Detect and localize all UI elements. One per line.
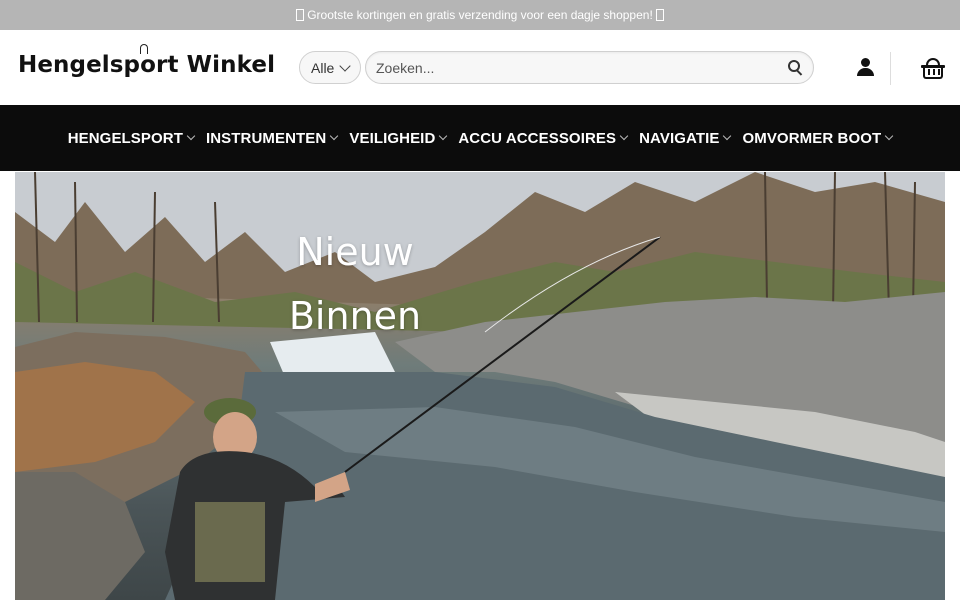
basket-icon[interactable] [921,58,945,80]
category-select-value: Alle [311,59,335,76]
chevron-down-icon [619,131,629,141]
search-box [365,51,814,84]
chevron-down-icon [339,60,351,72]
gift-icon [296,9,305,21]
category-select[interactable]: Alle [299,51,361,84]
nav-item-label: HENGELSPORT [67,129,183,147]
hero-title: Nieuw Binnen [270,220,440,348]
nav-item-hengelsport[interactable]: HENGELSPORT [67,129,196,147]
account-icon[interactable] [855,58,877,78]
nav-item-label: OMVORMER BOOT [742,129,882,147]
chevron-down-icon [723,131,732,141]
hero-image [15,172,945,600]
gift-icon [655,9,664,21]
nav-item-label: VEILIGHEID [349,129,436,147]
chevron-down-icon [885,131,894,141]
header-divider [890,52,891,85]
site-logo[interactable]: Hengelsport Winkel [18,44,276,78]
chevron-down-icon [439,131,448,141]
nav-item-omvormer-boot[interactable]: OMVORMER BOOT [742,129,894,147]
nav-item-label: NAVIGATIE [639,129,720,147]
chevron-down-icon [330,131,339,141]
chevron-down-icon [186,131,196,141]
search-icon[interactable] [788,60,803,76]
fishhook-icon [140,44,148,54]
announcement-text: Grootste kortingen en gratis verzending … [307,8,653,22]
nav-item-label: INSTRUMENTEN [205,129,327,147]
site-header: Hengelsport Winkel Alle [0,30,960,105]
search-input[interactable] [376,58,776,78]
nav-item-label: ACCU ACCESSOIRES [458,129,617,147]
nav-item-veiligheid[interactable]: VEILIGHEID [349,129,448,147]
hero-title-line: Nieuw [296,230,414,274]
nav-item-accu-accessoires[interactable]: ACCU ACCESSOIRES [458,129,629,147]
main-navigation: HENGELSPORT INSTRUMENTEN VEILIGHEID ACCU… [0,105,960,171]
nav-item-instrumenten[interactable]: INSTRUMENTEN [205,129,339,147]
logo-text: Hengelsport Winkel [18,52,276,78]
announcement-bar: Grootste kortingen en gratis verzending … [0,0,960,30]
nav-item-navigatie[interactable]: NAVIGATIE [639,129,732,147]
hero-title-line: Binnen [288,294,422,338]
hero-banner[interactable]: Nieuw Binnen [15,172,945,600]
